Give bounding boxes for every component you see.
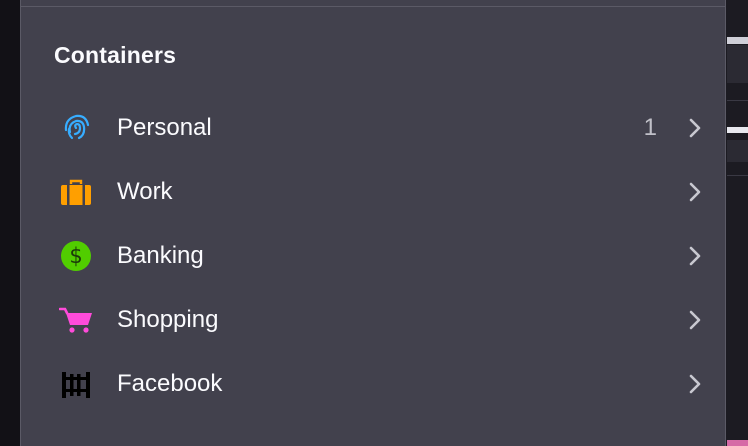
chevron-right-icon (683, 116, 707, 140)
container-label: Personal (117, 114, 212, 141)
browser-background-left (0, 0, 20, 446)
browser-background-right (727, 0, 748, 446)
container-label: Facebook (117, 370, 223, 397)
fingerprint-icon (59, 112, 93, 144)
container-label: Shopping (117, 306, 219, 333)
container-item-personal[interactable]: Personal 1 (43, 100, 707, 156)
container-label: Banking (117, 242, 204, 269)
container-label: Work (117, 178, 173, 205)
panel-heading: Containers (54, 42, 177, 68)
container-item-shopping[interactable]: Shopping (43, 292, 707, 348)
containers-panel: Containers Personal 1 Work $ Banking Sho… (20, 0, 726, 446)
chevron-right-icon (683, 244, 707, 268)
container-item-banking[interactable]: $ Banking (43, 228, 707, 284)
chevron-right-icon (683, 372, 707, 396)
tab-count: 1 (643, 114, 657, 141)
panel-divider (21, 6, 725, 7)
svg-text:$: $ (69, 244, 82, 268)
dollar-icon: $ (59, 240, 93, 272)
chevron-right-icon (683, 308, 707, 332)
container-item-facebook[interactable]: Facebook (43, 356, 707, 412)
briefcase-icon (59, 176, 93, 208)
container-item-work[interactable]: Work (43, 164, 707, 220)
screen: Containers Personal 1 Work $ Banking Sho… (0, 0, 748, 446)
fence-icon (59, 368, 93, 400)
cart-icon (58, 304, 93, 336)
chevron-right-icon (683, 180, 707, 204)
